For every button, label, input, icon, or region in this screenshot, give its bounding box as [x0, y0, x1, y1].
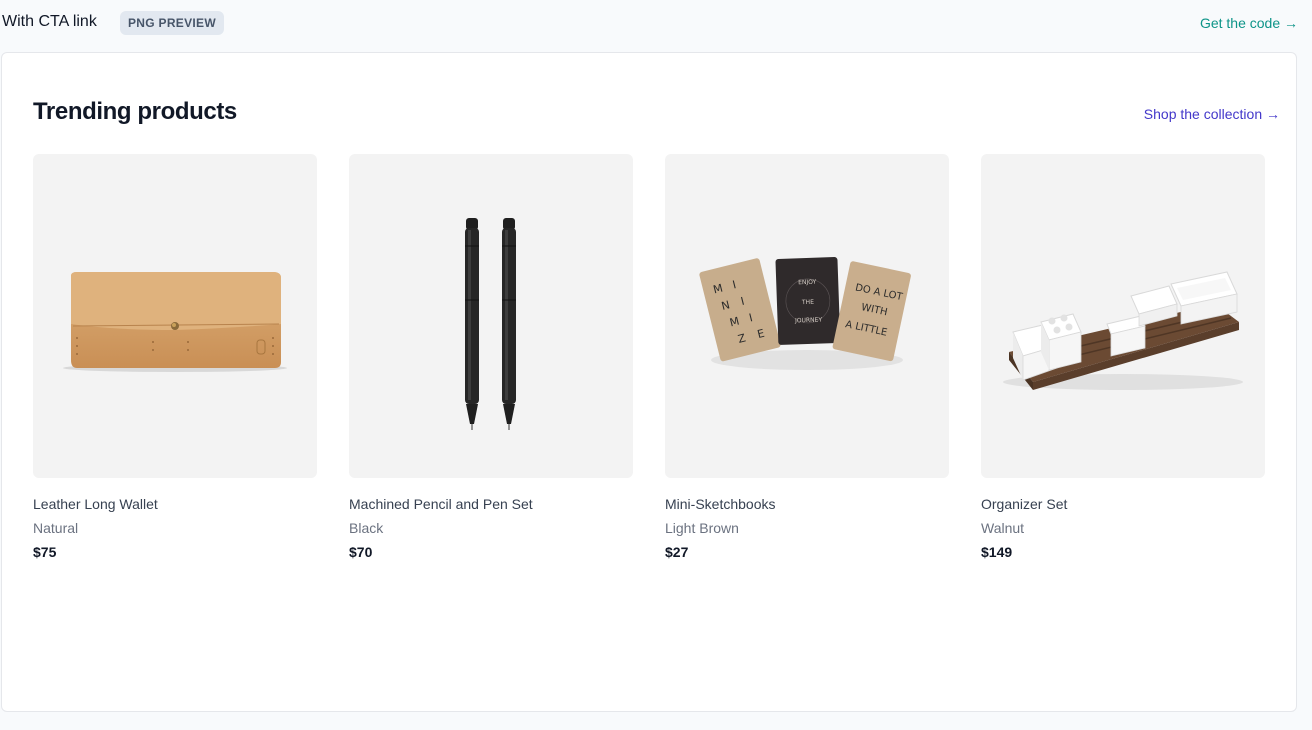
- product-name: Mini-Sketchbooks: [665, 496, 776, 512]
- product-name: Organizer Set: [981, 496, 1068, 512]
- pencil-pen-image: [465, 218, 516, 430]
- product-image-wallet[interactable]: [33, 154, 317, 478]
- svg-text:THE: THE: [801, 299, 814, 306]
- product-image-pencil-pen[interactable]: [349, 154, 633, 478]
- png-preview-badge: PNG PREVIEW: [120, 11, 224, 35]
- product-card-wallet[interactable]: Leather Long Wallet Natural $75: [33, 154, 317, 574]
- product-card-pencil-pen[interactable]: Machined Pencil and Pen Set Black $70: [349, 154, 633, 574]
- wallet-image: [63, 272, 287, 372]
- product-color: Light Brown: [665, 520, 739, 536]
- get-the-code-link[interactable]: Get the code →: [1200, 15, 1298, 31]
- section-title: Trending products: [33, 98, 237, 125]
- product-price: $75: [33, 544, 57, 560]
- product-price: $27: [665, 544, 689, 560]
- svg-text:JOURNEY: JOURNEY: [794, 316, 823, 324]
- product-name: Leather Long Wallet: [33, 496, 158, 512]
- product-card-organizer[interactable]: Organizer Set Walnut $149: [981, 154, 1265, 574]
- product-price: $70: [349, 544, 373, 560]
- organizer-image: [1003, 271, 1243, 390]
- shop-collection-link[interactable]: Shop the collection →: [1144, 106, 1280, 122]
- product-grid: Leather Long Wallet Natural $75 Machined…: [33, 154, 1265, 574]
- product-color: Natural: [33, 520, 79, 536]
- product-price: $149: [981, 544, 1013, 560]
- product-name: Machined Pencil and Pen Set: [349, 496, 533, 512]
- product-color: Black: [349, 520, 384, 536]
- sketchbooks-image: MI NI MI ZE ENJOY THE JOURNEY DO A LOT W…: [699, 257, 911, 370]
- product-image-sketchbooks[interactable]: MI NI MI ZE ENJOY THE JOURNEY DO A LOT W…: [665, 154, 949, 478]
- svg-text:ENJOY: ENJOY: [798, 279, 817, 287]
- product-image-organizer[interactable]: [981, 154, 1265, 478]
- product-card-sketchbooks[interactable]: MI NI MI ZE ENJOY THE JOURNEY DO A LOT W…: [665, 154, 949, 574]
- product-color: Walnut: [981, 520, 1025, 536]
- preview-header: With CTA link PNG PREVIEW Get the code →: [0, 0, 1312, 48]
- preview-title: With CTA link: [2, 13, 97, 30]
